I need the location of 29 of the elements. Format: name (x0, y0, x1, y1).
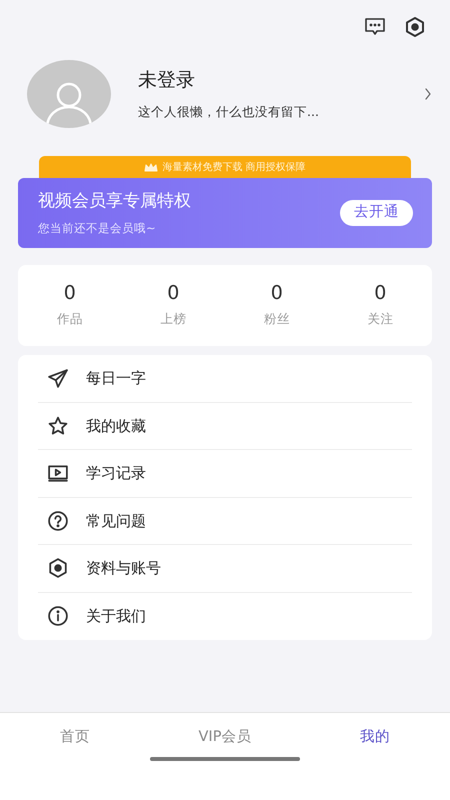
promo-text: 海量素材免费下载 商用授权保障 (162, 160, 306, 174)
crown-icon (144, 162, 158, 172)
menu-label[interactable]: 学习记录 (86, 462, 146, 484)
menu-label[interactable]: 资料与账号 (86, 557, 161, 580)
menu-label[interactable]: 常见问题 (86, 510, 146, 532)
user-name: 未登录 (138, 68, 196, 94)
message-icon[interactable] (364, 16, 386, 36)
activate-button[interactable]: 去开通 (340, 200, 413, 226)
menu-label[interactable]: 每日一字 (86, 367, 146, 390)
chevron-right-icon[interactable] (424, 88, 432, 100)
tab[interactable]: 首页 (0, 727, 150, 749)
star-icon (48, 416, 68, 436)
send-icon (48, 368, 68, 388)
hexagon-icon (48, 558, 68, 578)
vip-title: 视频会员享专属特权 (38, 190, 191, 213)
stat-value: 0 (166, 282, 180, 304)
question-icon (48, 510, 68, 531)
menu-label[interactable]: 关于我们 (86, 605, 146, 628)
stat-value: 0 (373, 282, 388, 304)
vip-subtitle: 您当前还不是会员哦~ (38, 220, 157, 238)
tab[interactable]: VIP会员 (150, 727, 300, 749)
info-icon (48, 606, 68, 626)
tab[interactable]: 我的 (300, 727, 450, 749)
stat-value: 0 (62, 282, 77, 304)
menu-label[interactable]: 我的收藏 (86, 414, 146, 437)
user-bio: 这个人很懒，什么也没有留下... (138, 102, 320, 121)
video-icon (48, 463, 68, 484)
settings-icon[interactable] (404, 16, 426, 38)
stat-value: 0 (270, 282, 284, 304)
